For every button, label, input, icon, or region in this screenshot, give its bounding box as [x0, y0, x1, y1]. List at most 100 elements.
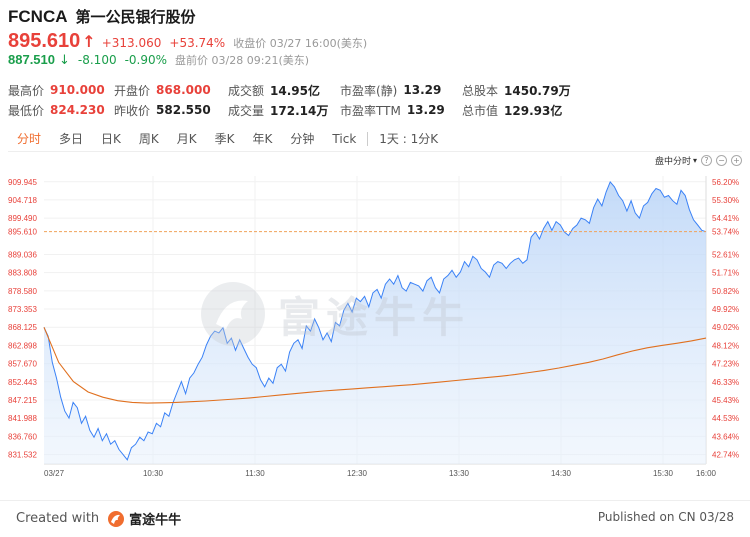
- y-tick-label: 883.808: [8, 269, 37, 278]
- footer: Created with 富途牛牛 Published on CN 03/28: [0, 500, 750, 537]
- y-right-tick-label: 45.43%: [712, 396, 739, 405]
- x-tick-label: 10:30: [143, 469, 164, 478]
- stat-value: 582.550: [156, 103, 211, 117]
- y-tick-label: 857.670: [8, 360, 37, 369]
- stat-value: 910.000: [50, 83, 105, 97]
- y-tick-label: 904.718: [8, 196, 37, 205]
- y-right-tick-label: 54.41%: [712, 214, 739, 223]
- stat-item: 总股本 1450.79万: [462, 82, 582, 99]
- created-with-label: Created with: [16, 511, 100, 526]
- stat-item: 最低价 824.230: [8, 102, 114, 119]
- y-tick-label: 909.945: [8, 178, 37, 187]
- stat-row: 最低价 824.230 昨收价 582.550 成交量 172.14万 市盈率TTM 13.2…: [8, 100, 748, 120]
- tab-interval-selector[interactable]: 1天 : 1分K: [370, 126, 447, 152]
- stat-value: 172.14万: [270, 103, 329, 118]
- stat-item: 总市值 129.93亿: [462, 102, 582, 119]
- y-right-tick-label: 52.61%: [712, 250, 739, 259]
- close-time: 收盘价 03/27 16:00(美东): [233, 37, 368, 50]
- x-tick-label: 11:30: [245, 469, 265, 478]
- y-right-tick-label: 43.64%: [712, 432, 739, 441]
- premarket-time: 盘前价 03/28 09:21(美东): [175, 54, 310, 67]
- stat-item: 开盘价 868.000: [114, 82, 228, 99]
- y-tick-label: 841.988: [8, 414, 37, 423]
- y-right-tick-label: 49.02%: [712, 323, 739, 332]
- stat-value: 1450.79万: [504, 83, 571, 98]
- stat-label: 昨收价: [114, 103, 151, 118]
- x-tick-label: 15:30: [653, 469, 674, 478]
- x-tick-label: 12:30: [347, 469, 368, 478]
- y-tick-label: 889.036: [8, 250, 37, 259]
- stat-label: 最高价: [8, 83, 45, 98]
- stat-label: 市盈率(静): [340, 83, 398, 98]
- stat-item: 昨收价 582.550: [114, 102, 228, 119]
- stat-item: 市盈率TTM 13.29: [340, 102, 462, 119]
- y-right-tick-label: 50.82%: [712, 287, 739, 296]
- y-right-tick-label: 42.74%: [712, 450, 739, 459]
- x-tick-label: 13:30: [449, 469, 470, 478]
- quote-stats: 最高价 910.000 开盘价 868.000 成交额 14.95亿 市盈率(静) 13.29…: [8, 80, 748, 120]
- stat-value: 129.93亿: [504, 103, 563, 118]
- y-right-tick-label: 47.23%: [712, 360, 739, 369]
- tab-3[interactable]: 周K: [130, 126, 168, 152]
- stat-label: 开盘价: [114, 83, 151, 98]
- stat-value: 14.95亿: [270, 83, 320, 98]
- premarket-price: 887.510: [8, 52, 55, 67]
- y-tick-label: 836.760: [8, 432, 37, 441]
- stat-label: 总股本: [462, 83, 499, 98]
- price-change: +313.060: [101, 36, 162, 50]
- x-tick-label: 16:00: [696, 469, 717, 478]
- brand-name: 富途牛牛: [129, 513, 182, 528]
- tab-0[interactable]: 分时: [8, 126, 50, 152]
- y-tick-label: 899.490: [8, 214, 37, 223]
- stat-value: 868.000: [156, 83, 211, 97]
- stat-value: 13.29: [403, 83, 442, 97]
- tab-divider: [367, 131, 369, 146]
- y-right-tick-label: 55.30%: [712, 196, 739, 205]
- tab-6[interactable]: 年K: [244, 126, 282, 152]
- stat-label: 最低价: [8, 103, 45, 118]
- futu-logo-icon: [108, 510, 125, 527]
- stat-row: 最高价 910.000 开盘价 868.000 成交额 14.95亿 市盈率(静) 13.29…: [8, 80, 748, 100]
- y-right-tick-label: 48.12%: [712, 341, 739, 350]
- stat-item: 市盈率(静) 13.29: [340, 82, 462, 99]
- watermark: 富途牛牛: [198, 279, 470, 349]
- tab-5[interactable]: 季K: [206, 126, 244, 152]
- stat-label: 成交额: [228, 83, 265, 98]
- y-tick-label: 831.532: [8, 450, 37, 459]
- tab-8[interactable]: Tick: [323, 126, 365, 152]
- y-tick-label: 878.580: [8, 287, 37, 296]
- tab-4[interactable]: 月K: [168, 126, 206, 152]
- y-tick-label: 873.353: [8, 305, 37, 314]
- y-tick-label: 862.898: [8, 341, 37, 350]
- y-tick-label: 852.443: [8, 378, 37, 387]
- quote-header: FCNCA 第一公民银行股份 895.610 ↑ +313.060 +53.74…: [8, 6, 748, 70]
- premarket-change: -8.100: [77, 53, 117, 67]
- futu-logo-icon: [201, 282, 265, 346]
- stat-label: 成交量: [228, 103, 265, 118]
- chart-period-tabs: 分时 多日 日K 周K 月K 季K 年K 分钟 Tick 1天 : 1分K: [8, 126, 742, 152]
- y-right-tick-label: 53.74%: [712, 228, 739, 237]
- tab-7[interactable]: 分钟: [281, 126, 323, 152]
- y-right-tick-label: 49.92%: [712, 305, 739, 314]
- tab-1[interactable]: 多日: [50, 126, 92, 152]
- y-tick-label: 847.215: [8, 396, 37, 405]
- y-tick-label: 868.125: [8, 323, 37, 332]
- premarket-change-pct: -0.90%: [124, 53, 168, 67]
- published-date: Published on CN 03/28: [597, 510, 734, 524]
- arrow-up-icon: ↑: [82, 32, 96, 51]
- stat-item: 成交额 14.95亿: [228, 82, 340, 99]
- watermark-text: 富途牛牛: [278, 292, 471, 342]
- x-tick-label: 14:30: [551, 469, 572, 478]
- company-name: 第一公民银行股份: [75, 8, 196, 26]
- stat-value: 13.29: [406, 103, 445, 117]
- tab-2[interactable]: 日K: [92, 126, 130, 152]
- stat-label: 市盈率TTM: [340, 103, 401, 118]
- stat-item: 最高价 910.000: [8, 82, 114, 99]
- x-tick-label: 03/27: [44, 469, 65, 478]
- price-change-pct: +53.74%: [169, 36, 226, 50]
- stat-item: 成交量 172.14万: [228, 102, 340, 119]
- y-tick-label: 895.610: [8, 228, 37, 237]
- arrow-down-icon: ↓: [59, 53, 70, 68]
- y-right-tick-label: 51.71%: [712, 269, 739, 278]
- stat-label: 总市值: [462, 103, 499, 118]
